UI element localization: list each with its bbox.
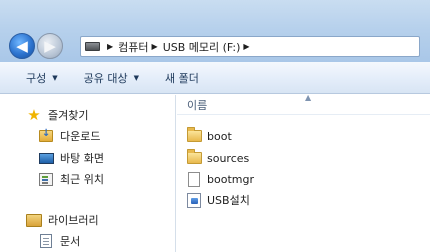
navigation-buttons: ◀ ▶ [9,33,85,59]
nav-item-libraries[interactable]: 라이브러리 [26,210,99,230]
new-folder-button[interactable]: 새 폴더 [165,70,199,86]
title-bar: ◀ ▶ ▶ 컴퓨터 ▶ USB 메모리 (F:) ▶ [0,0,430,62]
libraries-icon [26,212,42,228]
downloads-folder-icon [38,128,54,144]
file-name: boot [207,129,232,143]
file-name: USB설치 [207,194,250,207]
navigation-pane: ★ 즐겨찾기 다운로드 바탕 화면 최근 위치 라이브러리 문서 [0,95,176,252]
file-icon [186,171,202,187]
nav-item-desktop[interactable]: 바탕 화면 [38,148,104,168]
nav-item-label: 라이브러리 [48,214,99,227]
setup-icon [186,192,202,208]
list-item[interactable]: bootmgr [186,169,254,189]
share-with-button[interactable]: 공유 대상 ▼ [84,70,139,86]
breadcrumb-arrow-icon[interactable]: ▶ [152,42,158,51]
organize-button[interactable]: 구성 ▼ [26,70,58,86]
column-header-name[interactable]: 이름 ▲ [177,93,430,115]
breadcrumb-arrow-icon[interactable]: ▶ [107,42,113,51]
command-toolbar: 구성 ▼ 공유 대상 ▼ 새 폴더 [0,62,430,94]
address-bar[interactable]: ▶ 컴퓨터 ▶ USB 메모리 (F:) ▶ [80,36,420,57]
list-item[interactable]: sources [186,148,249,168]
file-list-pane: 이름 ▲ boot sources bootmgr USB설치 [177,93,430,252]
nav-item-label: 즐겨찾기 [48,109,89,122]
nav-item-recent-places[interactable]: 최근 위치 [38,169,104,189]
breadcrumb-usb-drive[interactable]: USB 메모리 (F:) [163,39,241,55]
organize-label: 구성 [26,71,47,85]
breadcrumb-computer[interactable]: 컴퓨터 [118,39,148,55]
nav-item-label: 문서 [60,235,81,248]
column-header-label: 이름 [187,99,208,112]
new-folder-label: 새 폴더 [165,71,199,85]
nav-item-documents[interactable]: 문서 [38,231,80,251]
forward-button[interactable]: ▶ [37,33,63,59]
chevron-down-icon: ▼ [133,73,140,82]
nav-item-label: 다운로드 [60,130,101,143]
nav-item-label: 바탕 화면 [60,152,104,165]
nav-item-downloads[interactable]: 다운로드 [38,126,100,146]
nav-item-label: 최근 위치 [60,173,104,186]
file-name: sources [207,151,250,165]
recent-places-icon [38,171,54,187]
back-button[interactable]: ◀ [9,33,35,59]
breadcrumb-arrow-icon[interactable]: ▶ [243,42,249,51]
list-item[interactable]: USB설치 [186,190,250,210]
sort-ascending-icon: ▲ [305,93,312,102]
folder-icon [186,149,202,166]
documents-icon [38,233,54,249]
drive-icon [85,42,100,51]
chevron-down-icon: ▼ [52,73,58,82]
star-icon: ★ [27,105,41,124]
file-name: bootmgr [207,172,254,186]
list-item[interactable]: boot [186,126,232,146]
nav-item-favorites[interactable]: ★ 즐겨찾기 [26,105,88,125]
header-divider [177,114,430,115]
share-with-label: 공유 대상 [83,71,128,85]
desktop-icon [38,150,54,166]
folder-icon [186,127,202,144]
